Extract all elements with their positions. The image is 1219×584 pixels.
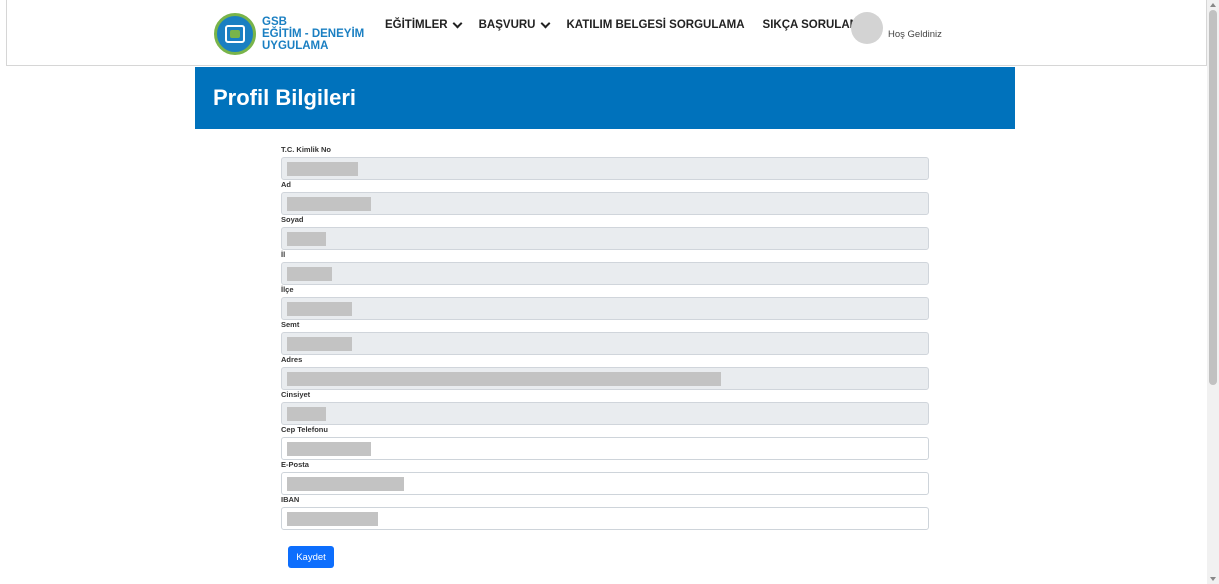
nav-item-label: EĞİTİMLER (385, 19, 448, 31)
form-field-cep-telefonu: Cep Telefonu (281, 425, 929, 460)
tc-kimlik-no-input (281, 157, 929, 180)
redacted-value (287, 442, 371, 456)
field-label: Cinsiyet (281, 390, 311, 399)
semt-input (281, 332, 929, 355)
field-label: İl (281, 250, 286, 259)
il-input (281, 262, 929, 285)
redacted-value (287, 232, 326, 246)
field-label: E-Posta (281, 460, 309, 469)
site-logo[interactable]: GSB EĞİTİM - DENEYİM UYGULAMA (214, 9, 364, 59)
redacted-value (287, 162, 358, 176)
redacted-value (287, 197, 371, 211)
e-posta-input[interactable] (281, 472, 929, 495)
adres-input (281, 367, 929, 390)
save-button[interactable]: Kaydet (288, 546, 334, 568)
form-field-ad: Ad (281, 180, 929, 215)
avatar[interactable] (851, 12, 883, 44)
gsb-logo-icon (214, 13, 256, 55)
main-nav: EĞİTİMLER BAŞVURU KATILIM BELGESİ SORGUL… (385, 18, 900, 31)
redacted-value (287, 302, 352, 316)
field-label: IBAN (281, 495, 300, 504)
logo-text: GSB EĞİTİM - DENEYİM UYGULAMA (262, 16, 364, 52)
nav-item-label: BAŞVURU (478, 19, 536, 31)
scroll-down-arrow-icon[interactable] (1210, 577, 1216, 581)
cep-telefonu-input[interactable] (281, 437, 929, 460)
form-field-tc-kimlik-no: T.C. Kimlik No (281, 145, 929, 180)
form-field-soyad: Soyad (281, 215, 929, 250)
form-field-iban: IBAN (281, 495, 929, 530)
redacted-value (287, 267, 332, 281)
field-label: Adres (281, 355, 303, 364)
ilce-input (281, 297, 929, 320)
form-field-cinsiyet: Cinsiyet (281, 390, 929, 425)
nav-item-label: KATILIM BELGESİ SORGULAMA (566, 19, 745, 31)
vertical-scrollbar[interactable] (1207, 0, 1219, 584)
form-field-ilce: İlçe (281, 285, 929, 320)
page-banner: Profil Bilgileri (195, 67, 1015, 129)
field-label: Soyad (281, 215, 304, 224)
chevron-down-icon (452, 18, 463, 28)
redacted-value (287, 512, 378, 526)
form-field-il: İl (281, 250, 929, 285)
cinsiyet-input (281, 402, 929, 425)
redacted-value (287, 407, 326, 421)
soyad-input (281, 227, 929, 250)
page-title: Profil Bilgileri (213, 85, 357, 110)
redacted-value (287, 477, 404, 491)
form-field-adres: Adres (281, 355, 929, 390)
profile-form: T.C. Kimlik No Ad Soyad İl İlçe Semt Adres Cins… (281, 145, 929, 530)
iban-input[interactable] (281, 507, 929, 530)
redacted-value (287, 372, 721, 386)
scroll-thumb[interactable] (1209, 10, 1217, 385)
nav-item-katilim-belgesi-sorgulama[interactable]: KATILIM BELGESİ SORGULAMA (567, 19, 745, 31)
welcome-text: Hoş Geldiniz (888, 29, 942, 40)
nav-item-egitimler[interactable]: EĞİTİMLER (385, 18, 463, 31)
field-label: İlçe (281, 285, 294, 294)
scroll-up-arrow-icon[interactable] (1210, 3, 1216, 7)
top-navbar: GSB EĞİTİM - DENEYİM UYGULAMA EĞİTİMLER … (6, 0, 1207, 66)
redacted-value (287, 337, 352, 351)
nav-item-basvuru[interactable]: BAŞVURU (478, 18, 550, 31)
logo-line1: GSB (262, 16, 287, 28)
form-field-e-posta: E-Posta (281, 460, 929, 495)
field-label: Ad (281, 180, 291, 189)
chevron-down-icon (540, 18, 550, 28)
logo-line3: UYGULAMA (262, 40, 329, 52)
form-field-semt: Semt (281, 320, 929, 355)
field-label: Semt (281, 320, 300, 329)
ad-input (281, 192, 929, 215)
field-label: Cep Telefonu (281, 425, 328, 434)
logo-line2: EĞİTİM - DENEYİM (262, 28, 365, 40)
field-label: T.C. Kimlik No (281, 145, 332, 154)
